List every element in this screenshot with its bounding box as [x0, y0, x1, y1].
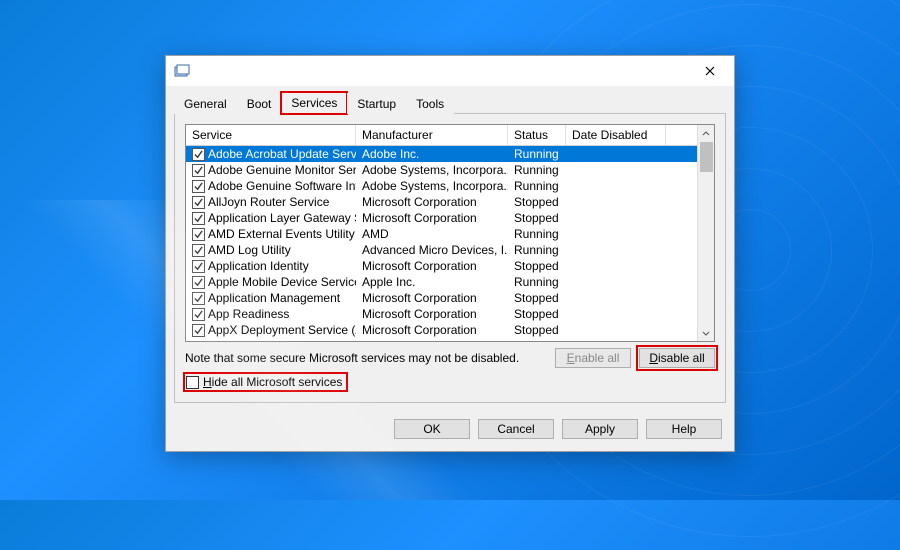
status: Stopped [508, 323, 566, 337]
checkbox-icon[interactable] [192, 276, 205, 289]
table-row[interactable]: AMD Log Utility Advanced Micro Devices, I… [186, 242, 714, 258]
manufacturer: Microsoft Corporation [356, 211, 508, 225]
tab-tools[interactable]: Tools [406, 93, 454, 114]
checkbox-icon[interactable] [192, 180, 205, 193]
service-name: Adobe Acrobat Update Service [208, 147, 356, 161]
status: Stopped [508, 307, 566, 321]
services-panel: Service Manufacturer Status Date Disable… [174, 114, 726, 403]
table-row[interactable]: Adobe Genuine Monitor ServiceAdobe Syste… [186, 162, 714, 178]
services-list[interactable]: Service Manufacturer Status Date Disable… [185, 124, 715, 342]
manufacturer: Microsoft Corporation [356, 259, 508, 273]
ok-button[interactable]: OK [394, 419, 470, 439]
tab-general[interactable]: General [174, 93, 237, 114]
table-row[interactable]: Adobe Acrobat Update ServiceAdobe Inc.Ru… [186, 146, 714, 162]
checkbox-icon [186, 376, 199, 389]
checkbox-icon[interactable] [192, 260, 205, 273]
manufacturer: Microsoft Corporation [356, 291, 508, 305]
cancel-button[interactable]: Cancel [478, 419, 554, 439]
tab-strip: General Boot Services Startup Tools [174, 92, 726, 114]
checkbox-icon[interactable] [192, 164, 205, 177]
table-row[interactable]: App Readiness Microsoft CorporationStoppe… [186, 306, 714, 322]
service-name: Adobe Genuine Monitor Service [208, 163, 356, 177]
status: Running [508, 147, 566, 161]
checkbox-icon[interactable] [192, 196, 205, 209]
service-name: AMD Log Utility [208, 243, 291, 257]
scroll-thumb[interactable] [700, 142, 713, 172]
app-icon [174, 63, 190, 79]
status: Running [508, 227, 566, 241]
scrollbar[interactable] [697, 125, 714, 341]
service-name: Application Management [208, 291, 340, 305]
checkbox-icon[interactable] [192, 308, 205, 321]
manufacturer: Advanced Micro Devices, I... [356, 243, 508, 257]
service-name: Apple Mobile Device Service [208, 275, 356, 289]
checkbox-icon[interactable] [192, 212, 205, 225]
table-row[interactable]: Apple Mobile Device ServiceApple Inc.Run… [186, 274, 714, 290]
status: Running [508, 163, 566, 177]
table-row[interactable]: AMD External Events UtilityAMDRunning [186, 226, 714, 242]
list-header: Service Manufacturer Status Date Disable… [186, 125, 714, 146]
service-name: Application Identity [208, 259, 309, 273]
service-name: App Readiness [208, 307, 289, 321]
manufacturer: Microsoft Corporation [356, 307, 508, 321]
dialog-buttons: OK Cancel Apply Help [166, 411, 734, 451]
table-row[interactable]: Adobe Genuine Software Integri...Adobe S… [186, 178, 714, 194]
manufacturer: AMD [356, 227, 508, 241]
service-name: Adobe Genuine Software Integri... [208, 179, 356, 193]
status: Running [508, 179, 566, 193]
enable-all-button: Enable all [555, 348, 631, 368]
apply-button[interactable]: Apply [562, 419, 638, 439]
col-date-disabled[interactable]: Date Disabled [566, 125, 666, 145]
note-text: Note that some secure Microsoft services… [185, 351, 547, 365]
status: Stopped [508, 211, 566, 225]
table-row[interactable]: Application Management Microsoft Corporat… [186, 290, 714, 306]
status: Running [508, 243, 566, 257]
checkbox-icon[interactable] [192, 228, 205, 241]
table-row[interactable]: Application Layer Gateway ServiceMicroso… [186, 210, 714, 226]
checkbox-icon[interactable] [192, 324, 205, 337]
col-service[interactable]: Service [186, 125, 356, 145]
status: Stopped [508, 291, 566, 305]
status: Running [508, 275, 566, 289]
table-row[interactable]: AllJoyn Router Service Microsoft Corporat… [186, 194, 714, 210]
manufacturer: Microsoft Corporation [356, 195, 508, 209]
manufacturer: Adobe Systems, Incorpora... [356, 179, 508, 193]
manufacturer: Microsoft Corporation [356, 323, 508, 337]
service-name: Application Layer Gateway Service [208, 211, 356, 225]
manufacturer: Adobe Systems, Incorpora... [356, 163, 508, 177]
status: Stopped [508, 195, 566, 209]
status: Stopped [508, 259, 566, 273]
table-row[interactable]: Application Identity Microsoft Corporatio… [186, 258, 714, 274]
msconfig-dialog: General Boot Services Startup Tools Serv… [165, 55, 735, 452]
tab-startup[interactable]: Startup [347, 93, 406, 114]
tab-services[interactable]: Services [281, 92, 347, 114]
service-name: AppX Deployment Service (AppX... [208, 323, 356, 337]
checkbox-icon[interactable] [192, 292, 205, 305]
service-name: AllJoyn Router Service [208, 195, 329, 209]
checkbox-icon[interactable] [192, 244, 205, 257]
col-status[interactable]: Status [508, 125, 566, 145]
tab-boot[interactable]: Boot [237, 93, 282, 114]
scroll-down-button[interactable] [698, 324, 714, 341]
manufacturer: Apple Inc. [356, 275, 508, 289]
close-button[interactable] [690, 56, 730, 86]
scroll-up-button[interactable] [698, 125, 714, 142]
table-row[interactable]: AppX Deployment Service (AppX...Microsof… [186, 322, 714, 338]
hide-microsoft-checkbox[interactable]: Hide all Microsoft services [185, 374, 346, 390]
service-name: AMD External Events Utility [208, 227, 355, 241]
checkbox-icon[interactable] [192, 148, 205, 161]
manufacturer: Adobe Inc. [356, 147, 508, 161]
titlebar[interactable] [166, 56, 734, 86]
disable-all-button[interactable]: Disable all [639, 348, 715, 368]
col-manufacturer[interactable]: Manufacturer [356, 125, 508, 145]
help-button[interactable]: Help [646, 419, 722, 439]
